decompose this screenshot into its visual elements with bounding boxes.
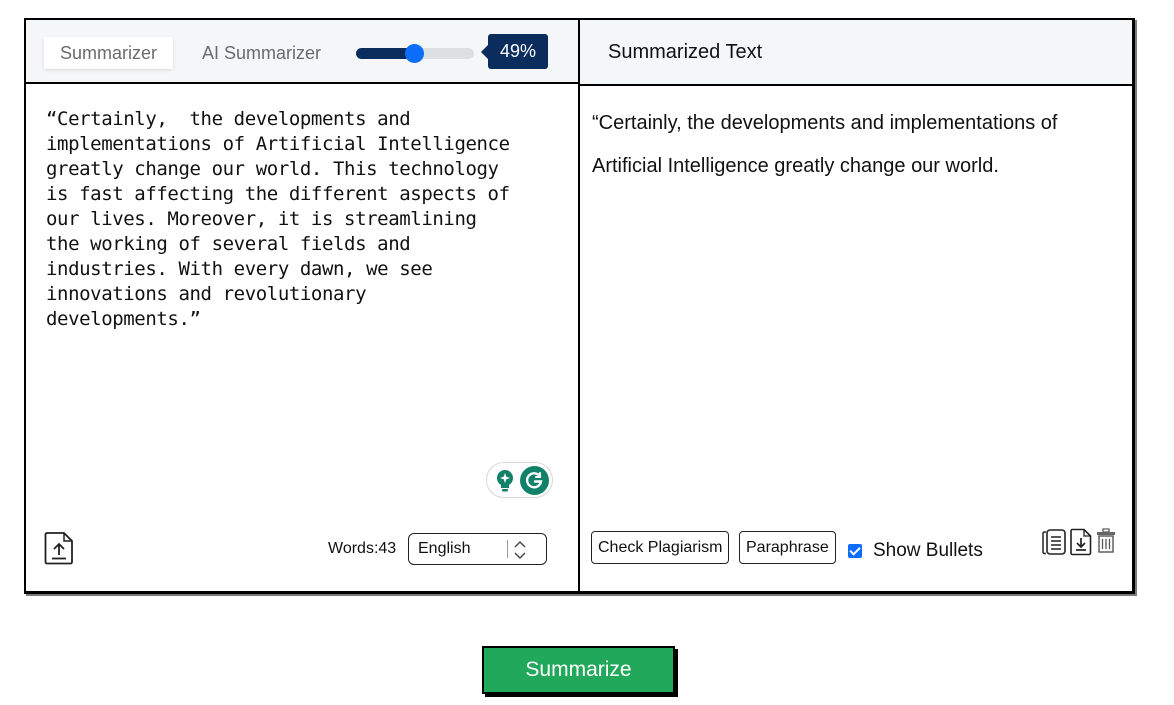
output-panel-title: Summarized Text: [608, 41, 763, 63]
show-bullets-toggle[interactable]: Show Bullets: [848, 540, 983, 562]
summarize-button[interactable]: Summarize: [482, 646, 675, 694]
tab-summarizer[interactable]: Summarizer: [44, 37, 173, 69]
copy-icon[interactable]: [1041, 528, 1067, 556]
word-count: Words:43: [328, 540, 397, 557]
language-selected-value: English: [418, 540, 471, 557]
show-bullets-checkbox[interactable]: [848, 544, 862, 558]
input-textarea[interactable]: “Certainly, the developments and impleme…: [46, 107, 556, 332]
download-icon[interactable]: [1070, 528, 1092, 556]
panel-divider: [578, 20, 580, 591]
check-plagiarism-button[interactable]: Check Plagiarism: [591, 531, 730, 564]
paraphrase-button[interactable]: Paraphrase: [739, 531, 836, 564]
slider-thumb[interactable]: [404, 44, 424, 63]
summary-length-slider[interactable]: [356, 44, 474, 63]
tab-ai-summarizer[interactable]: AI Summarizer: [202, 37, 321, 69]
grammarly-icon[interactable]: [520, 466, 549, 495]
output-panel-header: Summarized Text: [580, 20, 1132, 86]
input-panel-header: Summarizer AI Summarizer 49%: [26, 20, 578, 84]
grammarly-widget[interactable]: [486, 462, 553, 498]
chevron-updown-icon: [514, 541, 526, 559]
show-bullets-label: Show Bullets: [873, 540, 983, 561]
language-select[interactable]: English: [408, 533, 547, 565]
slider-value-tooltip: 49%: [481, 34, 548, 69]
summary-output: “Certainly, the developments and impleme…: [592, 112, 1058, 177]
trash-icon[interactable]: [1096, 528, 1116, 554]
lightbulb-icon[interactable]: [494, 469, 516, 493]
summarizer-tool: Summarizer AI Summarizer 49% “Certainly,…: [24, 18, 1135, 594]
upload-file-icon[interactable]: [44, 531, 74, 565]
select-separator: [507, 540, 508, 558]
